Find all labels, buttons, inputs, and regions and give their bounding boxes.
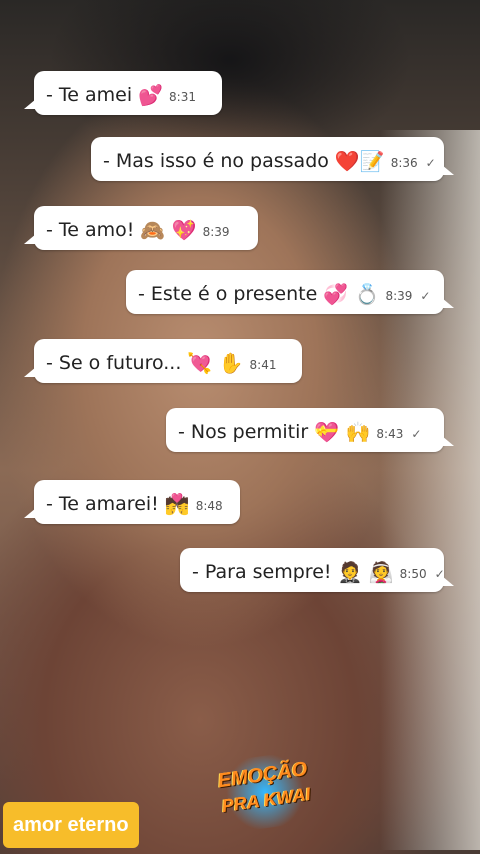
- message-bubble-4[interactable]: - Este é o presente 💞 💍 8:39 ✓: [126, 270, 454, 314]
- message-time: 8:43: [376, 427, 404, 441]
- message-bubble-7[interactable]: - Te amarei! 💏 8:48: [24, 480, 240, 524]
- message-bubble-3[interactable]: - Te amo! 🙈 💖 8:39: [24, 206, 258, 250]
- message-bubble-1[interactable]: - Te amei 💕 8:31: [24, 71, 222, 115]
- check-icon: ✓: [434, 567, 445, 581]
- chat-overlay: - Te amei 💕 8:31 - Mas isso é no passado ❤…: [0, 0, 480, 854]
- message-text: - Este é o presente: [138, 283, 318, 305]
- check-icon: ✓: [420, 289, 431, 303]
- message-time: 8:39: [202, 225, 230, 239]
- couple-kiss-emoji: 💏: [164, 492, 190, 516]
- message-text: - Mas isso é no passado: [103, 150, 329, 172]
- message-time: 8:41: [249, 358, 277, 372]
- heart-emoji: 💕: [138, 83, 164, 107]
- check-icon: ✓: [411, 427, 422, 441]
- heart-note-emoji: ❤️📝: [334, 149, 385, 173]
- message-bubble-6[interactable]: - Nos permitir 💝 🙌 8:43 ✓: [166, 408, 454, 452]
- message-time: 8:31: [169, 90, 196, 104]
- message-text: - Para sempre!: [192, 561, 332, 583]
- message-text: - Se o futuro...: [46, 352, 182, 374]
- groom-bride-emoji: 🤵 👰: [337, 560, 394, 584]
- message-text: - Nos permitir: [178, 421, 309, 443]
- message-text: - Te amarei!: [46, 493, 159, 515]
- caption-tag[interactable]: amor eterno: [3, 802, 139, 848]
- arrow-heart-hand-emoji: 💘 ✋: [187, 351, 244, 375]
- message-text: - Te amei: [46, 84, 133, 106]
- message-bubble-5[interactable]: - Se o futuro... 💘 ✋ 8:41: [24, 339, 302, 383]
- kwai-logo: EMOÇÃO PRA KWAI: [207, 748, 323, 836]
- message-text: - Te amo!: [46, 219, 135, 241]
- message-time: 8:39: [385, 289, 413, 303]
- message-time: 8:50: [399, 567, 427, 581]
- hearts-ring-emoji: 💞 💍: [323, 282, 380, 306]
- monkey-heart-emoji: 🙈 💖: [140, 218, 197, 242]
- check-icon: ✓: [425, 156, 436, 170]
- message-time: 8:36: [390, 156, 418, 170]
- message-time: 8:48: [195, 499, 223, 513]
- gift-heart-hands-emoji: 💝 🙌: [314, 420, 371, 444]
- message-bubble-8[interactable]: - Para sempre! 🤵 👰 8:50 ✓: [180, 548, 454, 592]
- message-bubble-2[interactable]: - Mas isso é no passado ❤️📝 8:36 ✓: [91, 137, 454, 181]
